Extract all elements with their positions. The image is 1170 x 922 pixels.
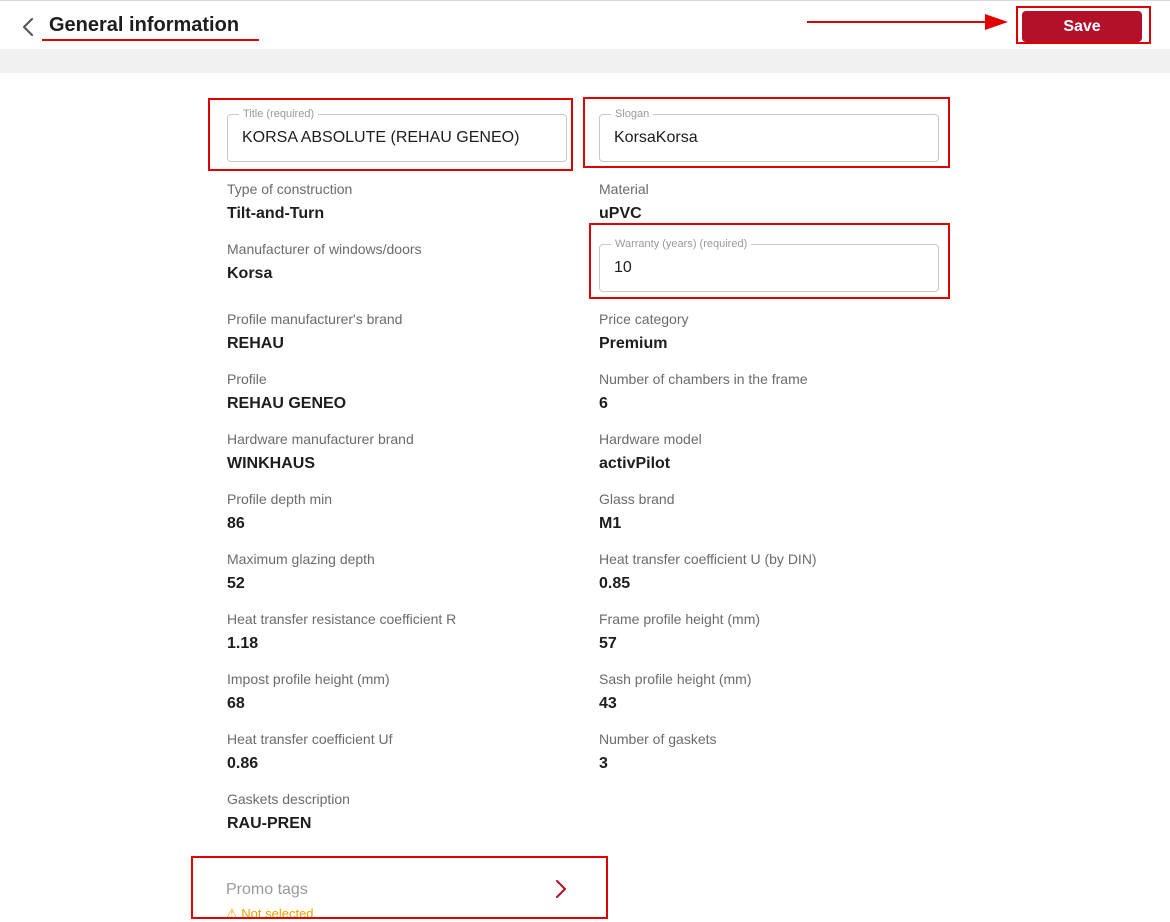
info-label: Profile depth min	[227, 491, 333, 507]
info-profile-brand: Profile manufacturer's brand REHAU	[227, 311, 402, 353]
slogan-field: Slogan	[599, 107, 939, 162]
info-material: Material uPVC	[599, 181, 649, 223]
info-glass-brand: Glass brand M1	[599, 491, 674, 533]
info-label: Maximum glazing depth	[227, 551, 375, 567]
info-value: REHAU GENEO	[227, 395, 347, 412]
warranty-field-legend: Warranty (years) (required)	[611, 237, 752, 251]
info-label: Number of chambers in the frame	[599, 371, 808, 387]
info-value: WINKHAUS	[227, 455, 315, 472]
info-chambers: Number of chambers in the frame 6	[599, 371, 808, 413]
title-field: Title (required)	[227, 107, 567, 162]
info-label: Material	[599, 181, 649, 197]
info-value: Tilt-and-Turn	[227, 205, 325, 222]
title-input[interactable]	[242, 129, 552, 147]
info-value: 43	[599, 695, 617, 712]
info-value: RAU-PREN	[227, 815, 312, 832]
warranty-field: Warranty (years) (required)	[599, 237, 939, 292]
info-label: Manufacturer of windows/doors	[227, 241, 422, 257]
info-label: Heat transfer coefficient Uf	[227, 731, 393, 747]
promo-tags-status: ⚠ Not selected	[226, 906, 314, 921]
info-label: Type of construction	[227, 181, 353, 197]
info-gaskets-count: Number of gaskets 3	[599, 731, 717, 773]
info-value: Korsa	[227, 265, 273, 282]
info-label: Gaskets description	[227, 791, 350, 807]
info-value: REHAU	[227, 335, 284, 352]
info-profile: Profile REHAU GENEO	[227, 371, 346, 413]
info-label: Hardware manufacturer brand	[227, 431, 414, 447]
promo-tags-row[interactable]: Promo tags ⚠ Not selected	[226, 870, 576, 921]
info-value: activPilot	[599, 455, 671, 472]
save-button[interactable]: Save	[1022, 11, 1142, 42]
title-field-legend: Title (required)	[239, 107, 319, 121]
info-value: uPVC	[599, 205, 642, 222]
info-label: Profile	[227, 371, 267, 387]
info-value: 6	[599, 395, 608, 412]
info-label: Frame profile height (mm)	[599, 611, 761, 627]
info-value: 68	[227, 695, 245, 712]
info-value: Premium	[599, 335, 668, 352]
info-hardware-brand: Hardware manufacturer brand WINKHAUS	[227, 431, 414, 473]
info-resistance-r: Heat transfer resistance coefficient R 1…	[227, 611, 456, 653]
info-type-of-construction: Type of construction Tilt-and-Turn	[227, 181, 352, 223]
slogan-input[interactable]	[614, 129, 924, 147]
info-profile-depth: Profile depth min 86	[227, 491, 332, 533]
chevron-left-icon[interactable]	[18, 15, 38, 39]
info-label: Heat transfer coefficient U (by DIN)	[599, 551, 817, 567]
info-gaskets-description: Gaskets description RAU-PREN	[227, 791, 350, 833]
info-label: Profile manufacturer's brand	[227, 311, 403, 327]
warranty-input[interactable]	[614, 259, 924, 277]
info-value: M1	[599, 515, 622, 532]
promo-tags-label: Promo tags	[226, 881, 308, 898]
info-label: Hardware model	[599, 431, 702, 447]
info-value: 3	[599, 755, 608, 772]
info-label: Sash profile height (mm)	[599, 671, 752, 687]
info-coefficient-uf: Heat transfer coefficient Uf 0.86	[227, 731, 392, 773]
info-hardware-model: Hardware model activPilot	[599, 431, 702, 473]
info-label: Glass brand	[599, 491, 675, 507]
info-label: Impost profile height (mm)	[227, 671, 390, 687]
info-price-category: Price category Premium	[599, 311, 688, 353]
info-label: Heat transfer resistance coefficient R	[227, 611, 457, 627]
info-glazing-depth: Maximum glazing depth 52	[227, 551, 375, 593]
info-value: 0.85	[599, 575, 631, 592]
chevron-right-icon	[556, 880, 566, 898]
info-frame-height: Frame profile height (mm) 57	[599, 611, 760, 653]
info-manufacturer: Manufacturer of windows/doors Korsa	[227, 241, 422, 283]
info-value: 52	[227, 575, 245, 592]
info-sash-height: Sash profile height (mm) 43	[599, 671, 752, 713]
page-title: General information	[49, 14, 240, 36]
header-divider-band	[0, 49, 1170, 73]
slogan-field-legend: Slogan	[611, 107, 654, 121]
info-impost-height: Impost profile height (mm) 68	[227, 671, 390, 713]
info-label: Price category	[599, 311, 689, 327]
info-coefficient-u: Heat transfer coefficient U (by DIN) 0.8…	[599, 551, 817, 593]
info-value: 1.18	[227, 635, 259, 652]
info-value: 0.86	[227, 755, 259, 772]
page-header: General information Save	[0, 1, 1170, 49]
info-value: 86	[227, 515, 245, 532]
info-value: 57	[599, 635, 617, 652]
info-label: Number of gaskets	[599, 731, 717, 747]
